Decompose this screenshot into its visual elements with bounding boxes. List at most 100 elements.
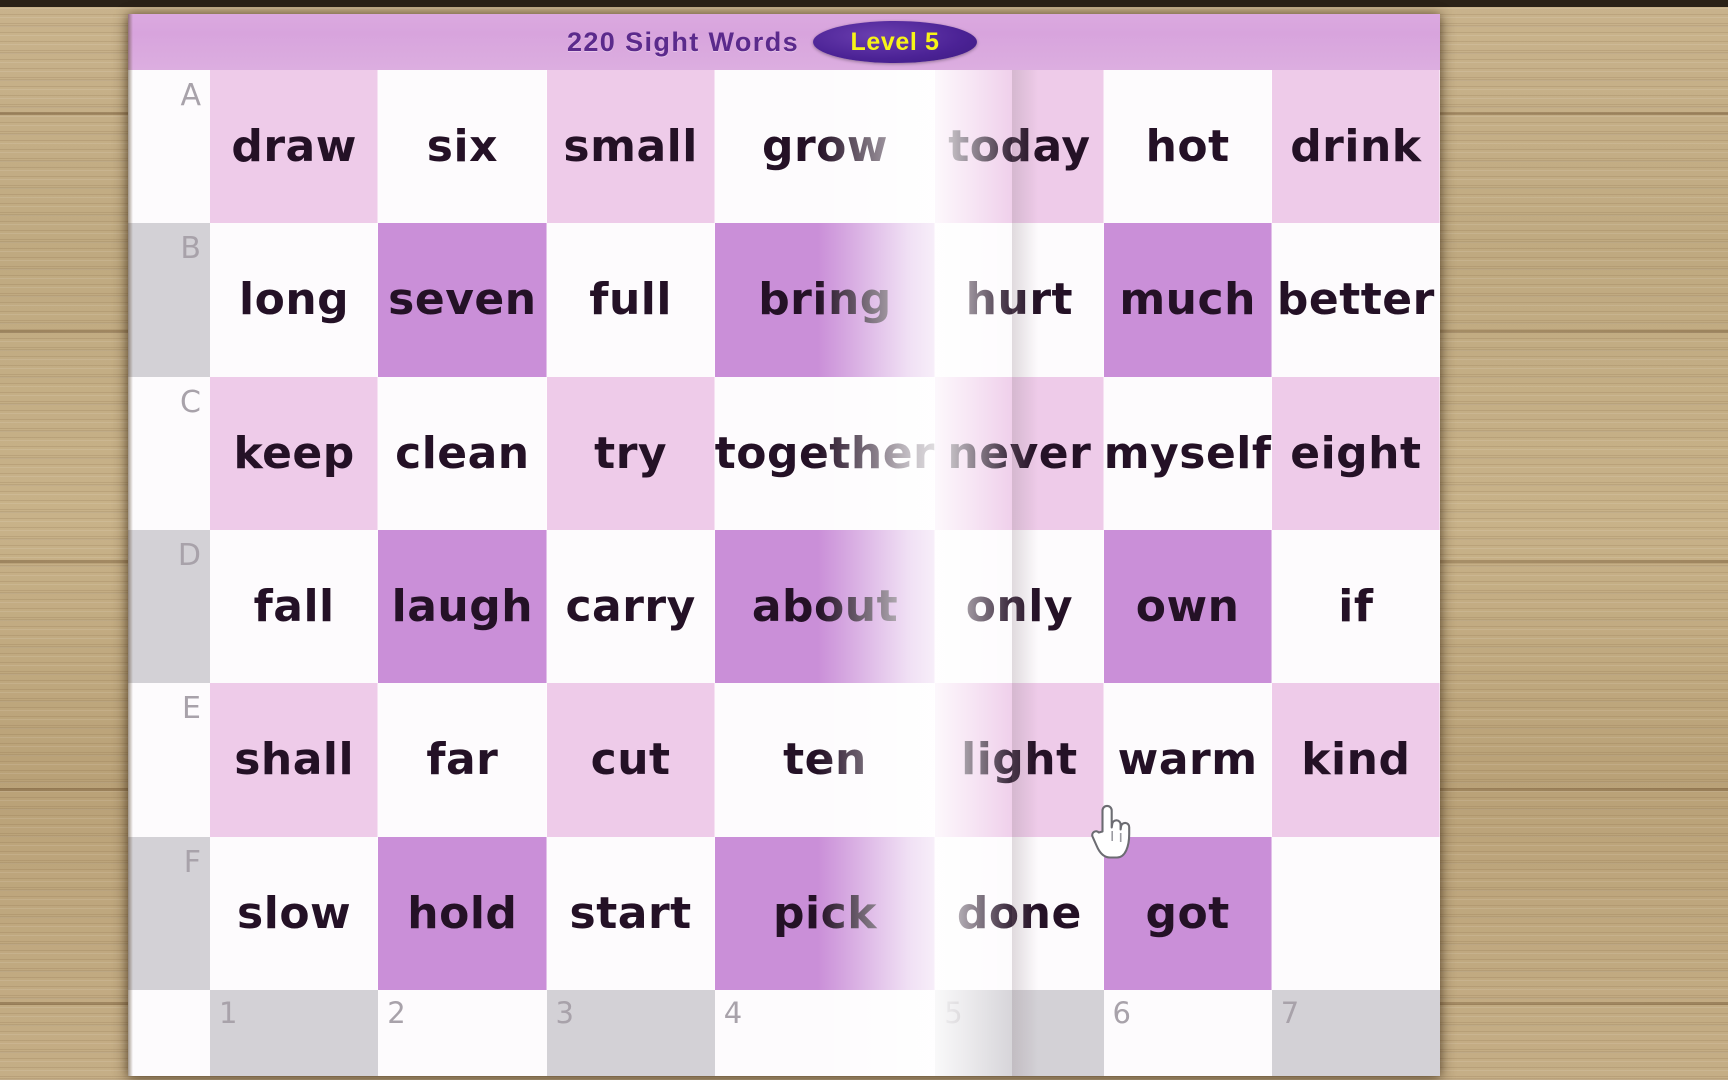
word-cell-a6[interactable]: hot	[1103, 70, 1273, 224]
word-cell-c5[interactable]: never	[935, 376, 1104, 531]
column-header-7: 7	[1271, 989, 1440, 1076]
word-label: much	[1119, 274, 1256, 326]
word-label: grow	[761, 121, 889, 173]
sight-words-book-page: 220 Sight Words Level 5 Adraw six small gro…	[128, 14, 1440, 1076]
column-header-3: 3	[546, 989, 715, 1076]
word-cell-c6[interactable]: myself	[1103, 376, 1273, 531]
word-cell-b6[interactable]: much	[1103, 223, 1273, 377]
word-cell-e4[interactable]: ten	[714, 683, 936, 837]
word-label: kind	[1301, 734, 1411, 786]
screen: 220 Sight Words Level 5 Adraw six small gro…	[0, 0, 1728, 1080]
column-header-4: 4	[714, 989, 936, 1076]
word-cell-e3[interactable]: cut	[546, 683, 716, 837]
empty-cell-f7[interactable]	[1271, 836, 1440, 991]
word-label: small	[563, 121, 698, 173]
word-cell-d3[interactable]: carry	[546, 529, 716, 684]
word-label: done	[956, 887, 1082, 939]
word-cell-e7[interactable]: kind	[1271, 683, 1440, 837]
page-title: 220 Sight Words	[566, 26, 800, 57]
row-header-a: A	[128, 70, 210, 224]
word-label: start	[569, 887, 692, 939]
word-cell-f2[interactable]: hold	[378, 836, 547, 991]
level-badge: Level 5	[813, 21, 978, 63]
word-cell-c1[interactable]: keep	[210, 376, 379, 531]
word-cell-b2[interactable]: seven	[378, 223, 547, 377]
word-label: better	[1276, 274, 1435, 326]
word-cell-d6[interactable]: own	[1103, 529, 1273, 684]
word-cell-d7[interactable]: if	[1271, 529, 1440, 684]
word-grid: Adraw six small grow today hot drink Blong seven…	[128, 70, 1440, 1076]
word-label: carry	[565, 581, 696, 633]
word-cell-d5[interactable]: only	[935, 529, 1104, 684]
word-cell-a2[interactable]: six	[378, 70, 547, 224]
word-label: hold	[407, 887, 518, 939]
word-cell-d2[interactable]: laugh	[378, 529, 547, 684]
row-header-e: E	[128, 683, 210, 837]
word-label: eight	[1290, 427, 1422, 479]
column-header-1: 1	[210, 989, 379, 1076]
word-cell-a1[interactable]: draw	[210, 70, 379, 224]
word-cell-e5[interactable]: light	[935, 683, 1104, 837]
word-label: long	[239, 274, 350, 326]
word-label: keep	[233, 427, 355, 479]
word-cell-f5[interactable]: done	[935, 836, 1104, 991]
word-cell-f3[interactable]: start	[546, 836, 716, 991]
word-label: together	[714, 427, 936, 479]
word-label: six	[426, 121, 498, 173]
grid-corner	[128, 989, 210, 1076]
word-cell-d4[interactable]: about	[714, 529, 936, 684]
word-cell-f6[interactable]: got	[1103, 836, 1273, 991]
word-label: ten	[783, 734, 867, 786]
header-content: 220 Sight Words Level 5	[566, 21, 978, 63]
word-label: fall	[253, 581, 335, 633]
word-label: got	[1145, 887, 1230, 939]
word-label: bring	[758, 274, 892, 326]
row-header-f: F	[128, 836, 210, 990]
word-label: pick	[773, 887, 877, 939]
word-grid-container: Adraw six small grow today hot drink Blong seven…	[128, 70, 1440, 1076]
word-cell-e1[interactable]: shall	[210, 683, 379, 837]
word-label: own	[1135, 581, 1240, 633]
word-label: light	[961, 734, 1078, 786]
word-label: clean	[395, 427, 530, 479]
word-cell-c7[interactable]: eight	[1271, 376, 1440, 531]
word-label: hot	[1145, 121, 1230, 173]
word-label: only	[965, 581, 1074, 633]
word-label: if	[1338, 581, 1374, 633]
word-cell-e6[interactable]: warm	[1103, 683, 1273, 837]
column-header-5: 5	[935, 989, 1104, 1076]
word-label: never	[947, 427, 1092, 479]
word-label: draw	[231, 121, 357, 173]
word-cell-a7[interactable]: drink	[1271, 70, 1440, 224]
word-label: myself	[1103, 427, 1272, 479]
word-cell-f4[interactable]: pick	[714, 836, 936, 991]
word-cell-b1[interactable]: long	[210, 223, 379, 377]
row-header-d: D	[128, 529, 210, 684]
word-cell-b3[interactable]: full	[546, 223, 716, 377]
word-label: slow	[237, 887, 352, 939]
word-cell-a4[interactable]: grow	[714, 70, 936, 224]
word-cell-c4[interactable]: together	[714, 376, 936, 531]
word-cell-c2[interactable]: clean	[378, 376, 547, 531]
row-header-b: B	[128, 223, 210, 377]
word-label: seven	[388, 274, 537, 326]
word-cell-a5[interactable]: today	[935, 70, 1104, 224]
word-cell-b4[interactable]: bring	[714, 223, 936, 377]
page-header: 220 Sight Words Level 5	[128, 14, 1440, 70]
word-label: far	[426, 734, 499, 786]
word-cell-c3[interactable]: try	[546, 376, 716, 531]
word-cell-e2[interactable]: far	[378, 683, 547, 837]
column-header-2: 2	[378, 989, 547, 1076]
row-header-c: C	[128, 376, 210, 530]
word-label: try	[594, 427, 668, 479]
column-header-6: 6	[1103, 989, 1272, 1076]
word-label: warm	[1117, 734, 1258, 786]
word-cell-d1[interactable]: fall	[210, 529, 379, 684]
word-cell-b7[interactable]: better	[1271, 223, 1440, 377]
word-cell-a3[interactable]: small	[546, 70, 716, 224]
word-cell-f1[interactable]: slow	[210, 836, 379, 991]
word-cell-b5[interactable]: hurt	[935, 223, 1104, 377]
word-label: about	[751, 581, 899, 633]
word-label: cut	[590, 734, 671, 786]
word-label: full	[589, 274, 672, 326]
